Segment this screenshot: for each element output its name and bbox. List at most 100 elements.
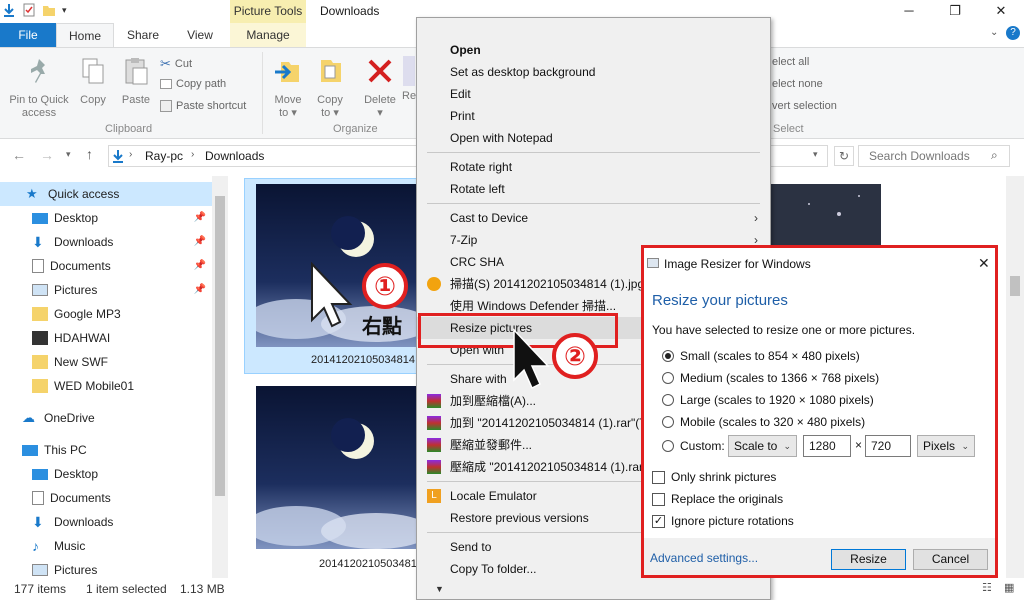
tab-view[interactable]: View — [172, 23, 228, 47]
nav-hdahwai[interactable]: HDAHWAI — [0, 326, 212, 350]
paste-shortcut-button[interactable]: Paste shortcut — [160, 100, 246, 112]
menu-rotate-left[interactable]: Rotate left — [417, 178, 770, 200]
properties-icon[interactable] — [22, 3, 36, 17]
checkbox-replace-originals[interactable]: Replace the originals — [652, 489, 783, 509]
search-box[interactable]: Search Downloads ⌕ — [858, 145, 1010, 167]
nav-pc-documents[interactable]: Documents — [0, 486, 212, 510]
tab-manage[interactable]: Manage — [230, 23, 306, 47]
menu-open[interactable]: Open — [417, 39, 770, 61]
delete-button[interactable]: Delete ▾ — [360, 56, 400, 120]
file-scroll-thumb[interactable] — [1010, 276, 1020, 296]
nav-pc-desktop[interactable]: Desktop — [0, 462, 212, 486]
unit-select[interactable]: Pixels ⌄ — [917, 435, 975, 457]
nav-scrollbar[interactable] — [212, 176, 228, 578]
advanced-settings-link[interactable]: Advanced settings... — [650, 551, 758, 565]
nav-quick-access[interactable]: ★ Quick access — [0, 182, 212, 206]
recent-locations-icon[interactable]: ▾ — [66, 149, 71, 160]
nav-pictures[interactable]: Pictures 📌 — [0, 278, 212, 302]
ribbon-collapse-icon[interactable]: ⌄ — [990, 27, 998, 38]
invert-selection-button[interactable]: vert selection — [772, 100, 837, 112]
nav-new-swf[interactable]: New SWF — [0, 350, 212, 374]
nav-downloads[interactable]: ⬇ Downloads 📌 — [0, 230, 212, 254]
details-view-icon[interactable]: ☷ — [982, 581, 992, 594]
scale-mode-select[interactable]: Scale to ⌄ — [728, 435, 797, 457]
cancel-button[interactable]: Cancel — [913, 549, 988, 570]
up-arrow-icon[interactable]: ↑ — [86, 146, 93, 162]
menu-scroll-down-icon[interactable]: ▼ — [435, 584, 444, 594]
cut-button[interactable]: ✂ Cut — [160, 56, 192, 72]
radio-large[interactable]: Large (scales to 1920 × 1080 pixels) — [662, 390, 874, 410]
copy-path-button[interactable]: Copy path — [160, 78, 226, 90]
copy-to-button[interactable]: Copy to ▾ — [312, 56, 348, 120]
breadcrumb-downloads[interactable]: Downloads — [205, 149, 264, 163]
radio-custom-indicator[interactable] — [662, 440, 674, 452]
nav-pc-downloads[interactable]: ⬇ Downloads — [0, 510, 212, 534]
file-thumbnail-2[interactable] — [256, 386, 416, 549]
thumbnails-view-icon[interactable]: ▦ — [1004, 581, 1014, 594]
delete-label: Delete — [364, 94, 396, 106]
nav-google-mp3[interactable]: Google MP3 — [0, 302, 212, 326]
help-icon[interactable]: ? — [1006, 26, 1020, 40]
tab-file[interactable]: File — [0, 23, 56, 47]
nav-scroll-thumb[interactable] — [215, 196, 225, 496]
radio-small-label: Small (scales to 854 × 480 pixels) — [680, 349, 860, 363]
only-shrink-box[interactable] — [652, 470, 665, 484]
tab-home[interactable]: Home — [56, 23, 114, 47]
copy-button[interactable]: Copy — [76, 56, 110, 107]
file-name-2[interactable]: 20141202105034814 — [319, 558, 423, 570]
breadcrumb-chevron-icon[interactable]: › — [191, 149, 194, 160]
close-button[interactable]: ✕ — [978, 0, 1024, 23]
nav-onedrive[interactable]: ☁ OneDrive — [0, 406, 212, 430]
qat-dropdown-icon[interactable]: ▾ — [62, 5, 67, 16]
rename-button[interactable]: Re — [402, 56, 416, 103]
back-arrow-icon[interactable]: ← — [12, 147, 26, 163]
menu-edit[interactable]: Edit — [417, 83, 770, 105]
nav-desktop[interactable]: Desktop 📌 — [0, 206, 212, 230]
minimize-button[interactable]: ─ — [886, 0, 932, 23]
nav-pc-music[interactable]: ♪ Music — [0, 534, 212, 558]
ignore-rotations-box[interactable]: ✓ — [652, 514, 665, 528]
nav-documents[interactable]: Documents 📌 — [0, 254, 212, 278]
menu-print[interactable]: Print — [417, 105, 770, 127]
radio-mobile-indicator[interactable] — [662, 416, 674, 428]
checkbox-only-shrink[interactable]: Only shrink pictures — [652, 467, 776, 487]
menu-cast-to-device[interactable]: Cast to Device › — [417, 207, 770, 229]
search-icon[interactable]: ⌕ — [991, 148, 998, 163]
file-thumbnail-3[interactable] — [769, 184, 881, 248]
refresh-icon[interactable]: ↻ — [834, 146, 854, 166]
file-name-1[interactable]: 20141202105034814 — [311, 354, 415, 366]
download-arrow-icon[interactable] — [2, 3, 16, 17]
replace-originals-box[interactable] — [652, 492, 665, 506]
tab-share[interactable]: Share — [114, 23, 172, 47]
height-input[interactable]: 720 — [865, 435, 911, 457]
dialog-close-button[interactable]: ✕ — [978, 255, 990, 272]
select-all-button[interactable]: elect all — [772, 56, 809, 68]
forward-arrow-icon[interactable]: → — [40, 147, 54, 163]
radio-large-indicator[interactable] — [662, 394, 674, 406]
checkbox-ignore-rotations[interactable]: ✓ Ignore picture rotations — [652, 511, 794, 531]
radio-mobile[interactable]: Mobile (scales to 320 × 480 pixels) — [662, 412, 865, 432]
menu-rotate-right[interactable]: Rotate right — [417, 156, 770, 178]
paste-button[interactable]: Paste — [118, 56, 154, 107]
radio-medium-indicator[interactable] — [662, 372, 674, 384]
status-selected: 1 item selected — [86, 582, 167, 596]
resize-button[interactable]: Resize — [831, 549, 906, 570]
select-none-button[interactable]: elect none — [772, 78, 823, 90]
pin-to-quick-access-button[interactable]: Pin to Quick access — [6, 56, 72, 120]
file-list-scrollbar[interactable] — [1006, 176, 1024, 578]
menu-set-desktop-background[interactable]: Set as desktop background — [417, 61, 770, 83]
menu-open-with-notepad[interactable]: Open with Notepad — [417, 127, 770, 149]
nav-wed-mobile[interactable]: WED Mobile01 — [0, 374, 212, 398]
radio-small[interactable]: Small (scales to 854 × 480 pixels) — [662, 346, 860, 366]
new-folder-icon[interactable] — [42, 3, 56, 17]
radio-custom[interactable]: Custom: — [662, 436, 725, 456]
width-input[interactable]: 1280 — [803, 435, 851, 457]
radio-medium[interactable]: Medium (scales to 1366 × 768 pixels) — [662, 368, 879, 388]
radio-small-indicator[interactable] — [662, 350, 674, 362]
maximize-button[interactable]: ❐ — [932, 0, 978, 23]
breadcrumb-chevron-icon[interactable]: › — [129, 149, 132, 160]
breadcrumb-ray-pc[interactable]: Ray-pc — [145, 149, 183, 163]
nav-this-pc[interactable]: This PC — [0, 438, 212, 462]
move-to-button[interactable]: Move to ▾ — [270, 56, 306, 120]
address-dropdown-icon[interactable]: ▾ — [813, 149, 818, 160]
